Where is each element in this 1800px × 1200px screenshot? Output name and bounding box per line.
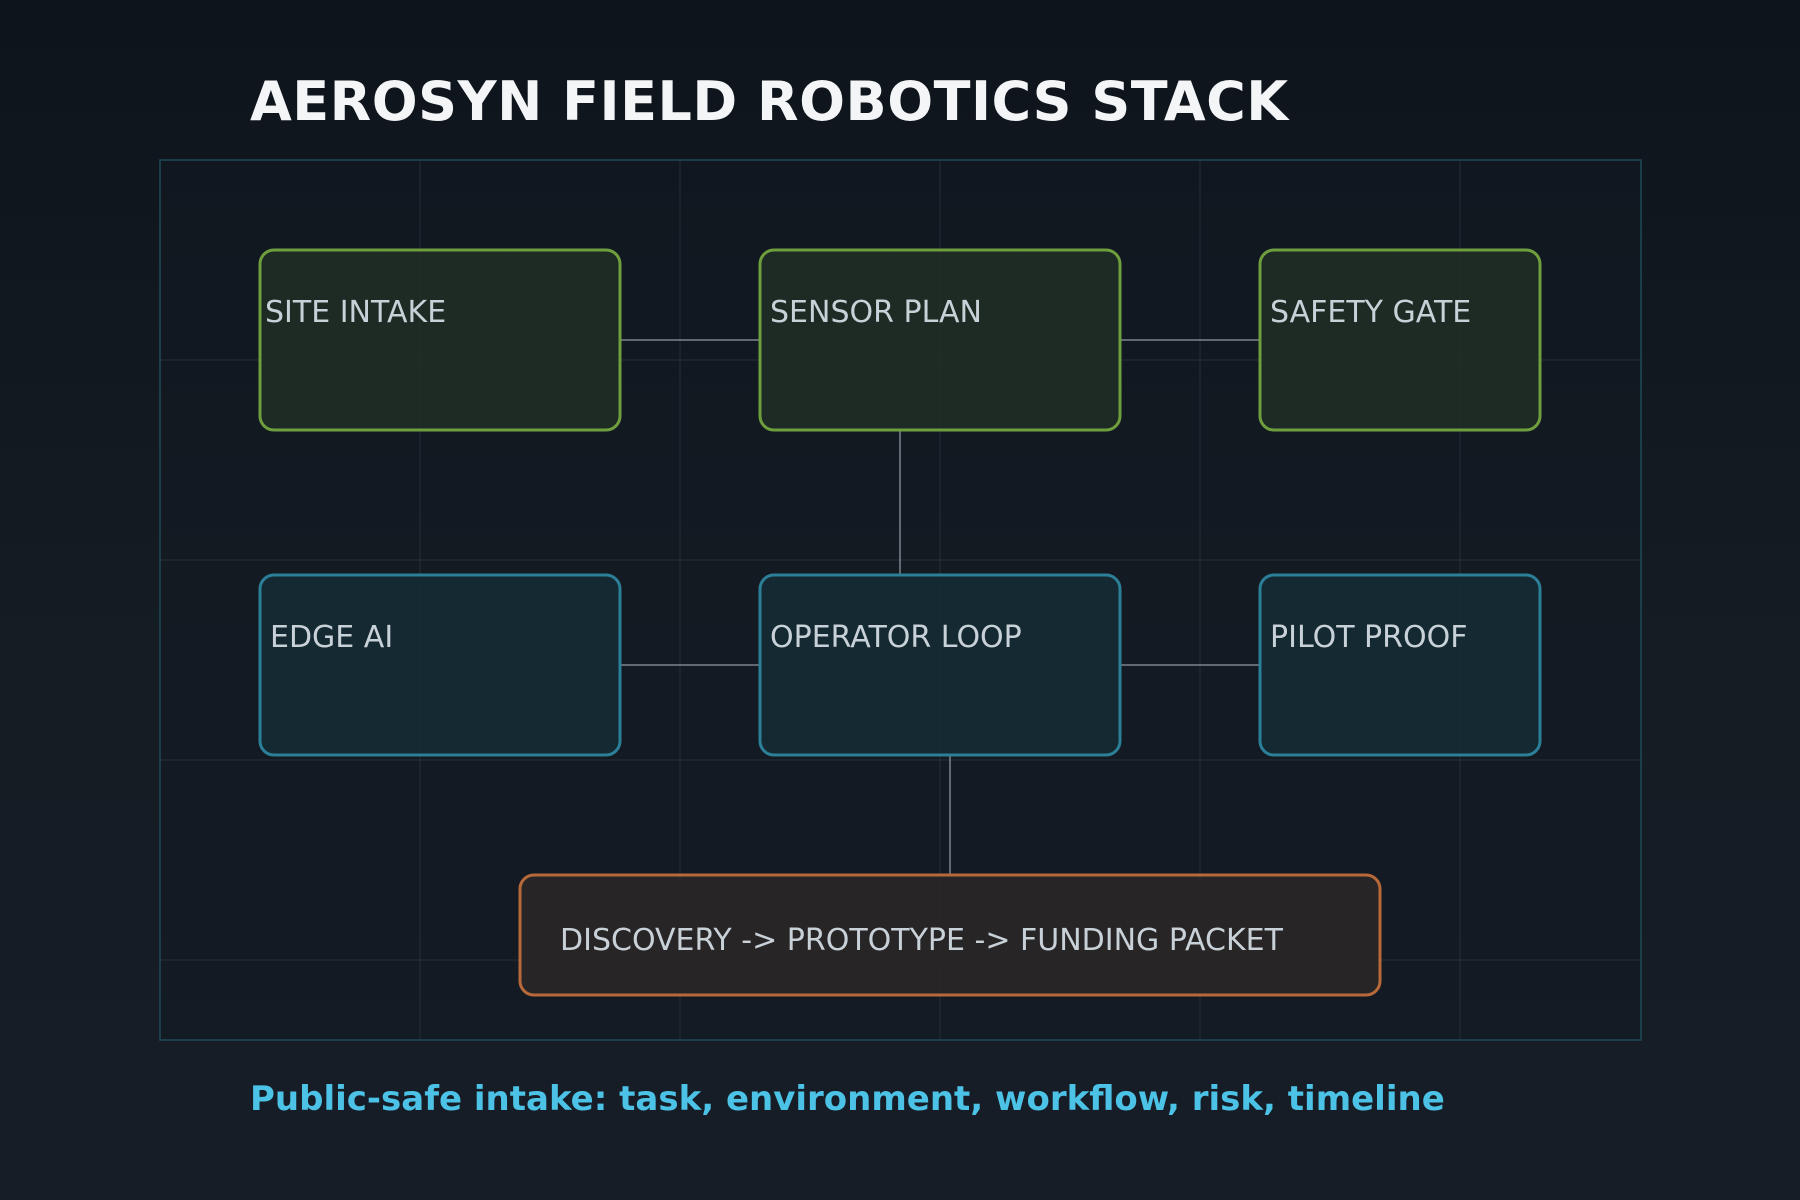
node-operator-loop-box — [758, 573, 1122, 757]
node-pipeline-label: DISCOVERY -> PROTOTYPE -> FUNDING PACKET — [560, 923, 1284, 958]
node-edge-ai-label: EDGE AI — [270, 620, 393, 655]
diagram-svg: AEROSYN FIELD ROBOTICS STACK SITE INTAKE… — [159, 70, 1642, 1119]
node-pilot-proof[interactable]: PILOT PROOF — [1258, 573, 1542, 757]
node-site-intake[interactable]: SITE INTAKE — [258, 248, 622, 432]
diagram-canvas: AEROSYN FIELD ROBOTICS STACK SITE INTAKE… — [0, 0, 1800, 1200]
node-safety-gate-box — [1258, 248, 1542, 432]
node-operator-loop[interactable]: OPERATOR LOOP — [758, 573, 1122, 757]
node-sensor-plan[interactable]: SENSOR PLAN — [758, 248, 1122, 432]
node-pipeline[interactable]: DISCOVERY -> PROTOTYPE -> FUNDING PACKET — [518, 873, 1382, 997]
node-edge-ai-box — [258, 573, 622, 757]
intake-footer: Public-safe intake: task, environment, w… — [250, 1079, 1445, 1119]
node-safety-gate-label: SAFETY GATE — [1270, 295, 1471, 330]
node-pilot-proof-box — [1258, 573, 1542, 757]
node-sensor-plan-box — [758, 248, 1122, 432]
node-pilot-proof-label: PILOT PROOF — [1270, 620, 1467, 655]
node-operator-loop-label: OPERATOR LOOP — [770, 620, 1022, 655]
diagram-title: AEROSYN FIELD ROBOTICS STACK — [250, 70, 1290, 133]
node-sensor-plan-label: SENSOR PLAN — [770, 295, 982, 330]
node-site-intake-box — [258, 248, 622, 432]
node-site-intake-label: SITE INTAKE — [265, 295, 446, 330]
node-safety-gate[interactable]: SAFETY GATE — [1258, 248, 1542, 432]
node-edge-ai[interactable]: EDGE AI — [258, 573, 622, 757]
